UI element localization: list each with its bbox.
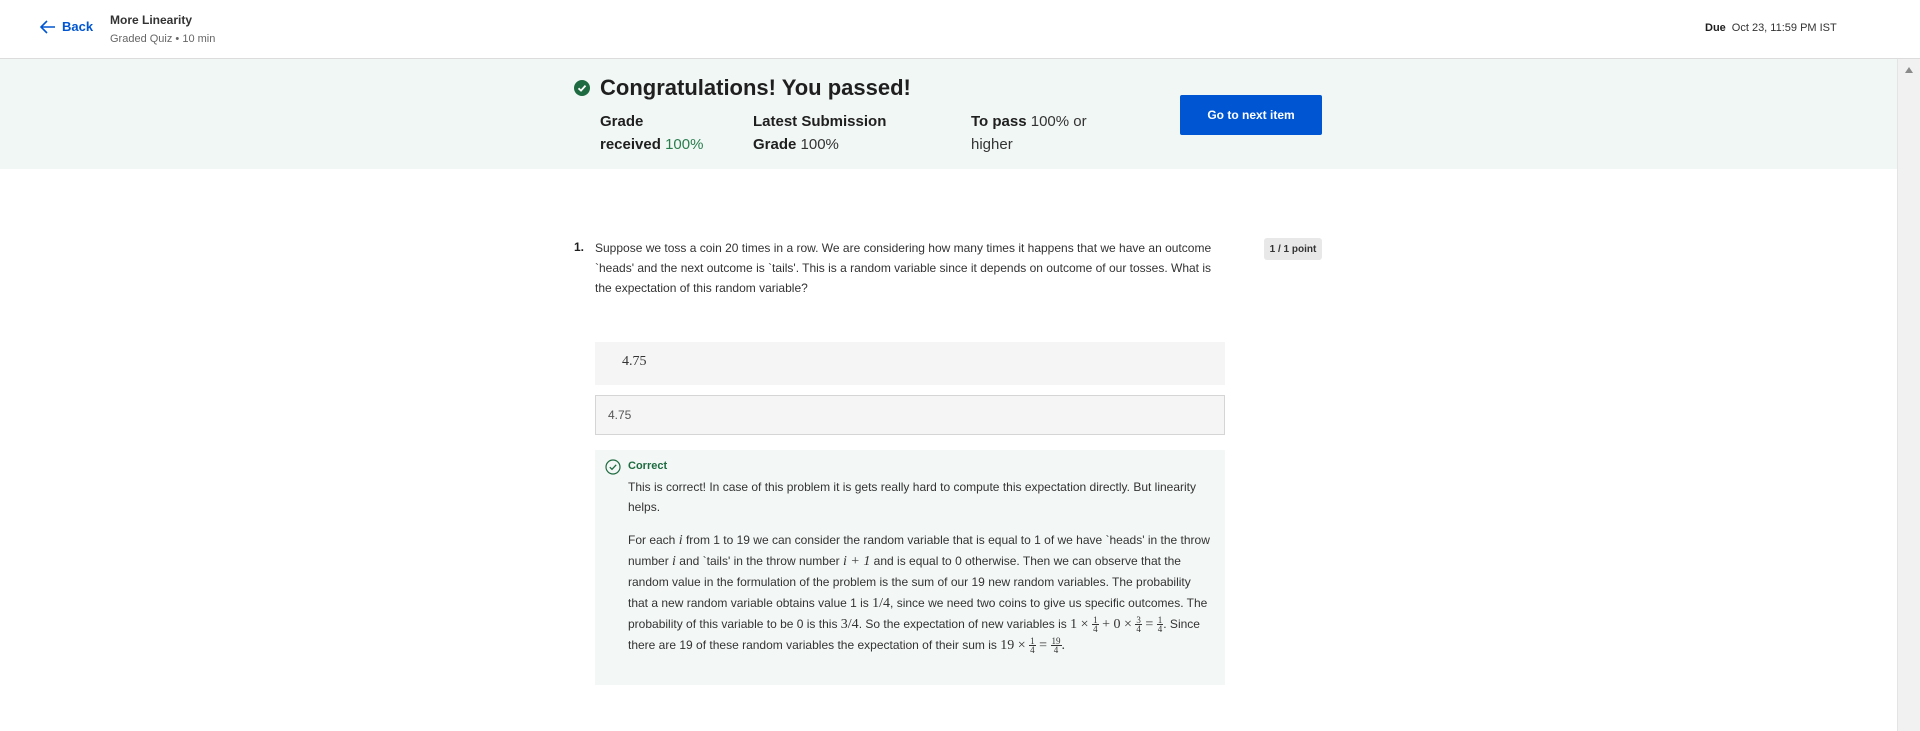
quiz-subtitle: Graded Quiz • 10 min [110, 33, 216, 45]
answer-preview-value: 4.75 [622, 354, 647, 369]
pass-value-2: higher [971, 136, 1013, 153]
go-to-next-item-button[interactable]: Go to next item [1180, 95, 1322, 135]
due-label: Due [1705, 22, 1726, 34]
answer-preview: 4.75 [595, 342, 1225, 385]
math-sum-expr: 19 × 14 = 19 4. [1000, 636, 1066, 656]
check-circle-icon [574, 80, 590, 96]
feedback-text-2f: . So the expectation of new variables is [858, 617, 1067, 631]
math-expectation-expr: 1 × 14 + 0 × 34 = 14 [1070, 615, 1164, 635]
feedback-text-1: This is correct! In case of this problem… [628, 480, 1197, 514]
arrow-left-icon [40, 19, 55, 34]
grade-value: 100% [665, 136, 704, 153]
pass-value-1: 100% or [1030, 113, 1087, 130]
points-badge: 1 / 1 point [1264, 238, 1322, 260]
grade-received: Grade received 100% [600, 110, 703, 156]
check-circle-outline-icon [605, 459, 621, 475]
quiz-title: More Linearity [110, 13, 193, 27]
grade-label-1: Grade [600, 113, 644, 130]
math-i: i [672, 554, 676, 569]
back-button[interactable]: Back [40, 19, 93, 34]
math-i: i [678, 533, 683, 548]
math-one-quarter: 1/4 [872, 596, 891, 611]
feedback-status: Correct [628, 460, 668, 472]
pass-label: To pass [971, 113, 1027, 130]
due-value: Oct 23, 11:59 PM IST [1731, 22, 1837, 34]
grade-label-2: received [600, 136, 661, 153]
question-text: Suppose we toss a coin 20 times in a row… [595, 241, 1212, 295]
math-three-quarter: 3/4 [840, 617, 859, 632]
feedback-box: Correct This is correct! In case of this… [595, 450, 1225, 685]
to-pass: To pass 100% or higher [971, 110, 1087, 156]
back-label: Back [62, 19, 94, 34]
feedback-text-2: For each i from 1 to 19 we can consider … [628, 530, 1213, 656]
pass-title: Congratulations! You passed! [600, 75, 911, 100]
latest-label-2: Grade [753, 136, 797, 153]
feedback-text-2c: and `tails' in the throw number [679, 554, 840, 568]
feedback-text-2a: For each [628, 533, 676, 547]
latest-value: 100% [800, 136, 839, 153]
top-bar: Back More Linearity Graded Quiz • 10 min… [0, 0, 1920, 59]
scroll-up-arrow-icon[interactable] [1905, 67, 1913, 73]
latest-label-1: Latest Submission [753, 113, 887, 130]
question-number: 1. [574, 240, 585, 254]
latest-submission-grade: Latest Submission Grade 100% [753, 110, 886, 156]
math-i-plus-1: i + 1 [842, 554, 871, 569]
answer-input[interactable] [595, 395, 1225, 435]
due-date: Due Oct 23, 11:59 PM IST [1705, 22, 1837, 34]
pass-banner [0, 59, 1898, 169]
scrollbar[interactable] [1897, 59, 1920, 731]
